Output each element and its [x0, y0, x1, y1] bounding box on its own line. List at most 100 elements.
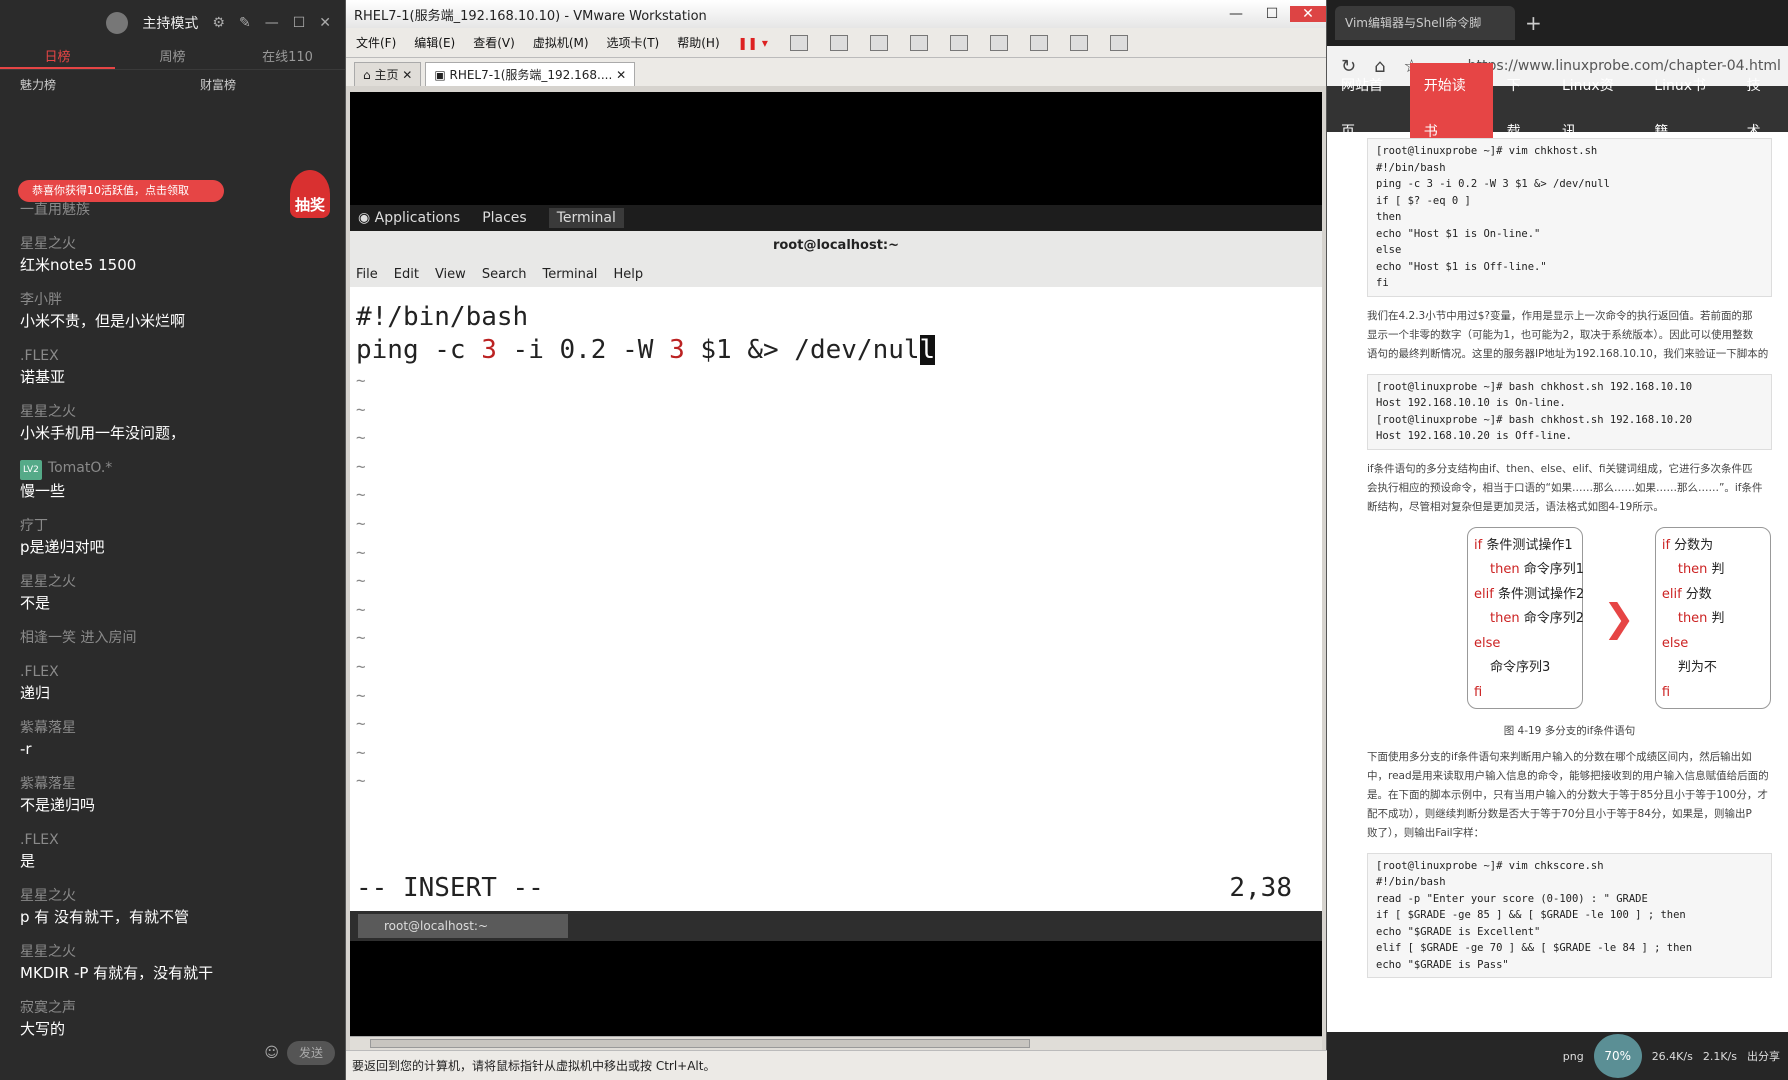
- chat-username[interactable]: 相逢一笑 进入房间: [20, 628, 330, 648]
- chat-username[interactable]: 紫幕落星: [20, 774, 330, 794]
- maximize-icon[interactable]: ☐: [293, 15, 306, 31]
- chat-username[interactable]: LV2 TomatO.*: [20, 458, 330, 480]
- wealth-rank[interactable]: 财富榜: [200, 76, 300, 154]
- keyword: elif: [1474, 586, 1494, 602]
- syntax-text: 分数为: [1670, 537, 1714, 553]
- chat-text: 诺基亚: [20, 368, 66, 386]
- library-icon[interactable]: [949, 34, 968, 51]
- chat-username[interactable]: 星星之火: [20, 886, 330, 906]
- empty-line-marker: ~: [356, 714, 366, 734]
- close-icon[interactable]: ✕: [319, 15, 331, 31]
- gnome-top-panel: ◉ Applications Places Terminal: [350, 205, 1322, 231]
- chat-message: .FLEX 诺基亚: [20, 346, 330, 388]
- reward-banner[interactable]: 恭喜你获得10活跃值，点击领取: [18, 180, 224, 202]
- maximize-icon[interactable]: ☐: [1254, 6, 1290, 22]
- tab-online[interactable]: 在线110: [230, 46, 345, 69]
- lottery-button[interactable]: 抽奖: [290, 170, 330, 218]
- chat-text: 红米note5 1500: [20, 256, 137, 274]
- syntax-text: 命令序列1: [1519, 562, 1584, 577]
- snapshot-manager-icon[interactable]: [909, 34, 928, 51]
- places-menu[interactable]: Places: [482, 210, 527, 226]
- taskbar-terminal-item[interactable]: root@localhost:~: [358, 914, 568, 938]
- vim-editor[interactable]: #!/bin/bash ping -c 3 -i 0.2 -W 3 $1 &> …: [356, 301, 1316, 796]
- console-view-icon[interactable]: [989, 34, 1008, 51]
- tab-rhel[interactable]: ▣ RHEL7-1(服务端_192.168.... ✕: [425, 62, 636, 86]
- guest-screen[interactable]: ◉ Applications Places Terminal root@loca…: [350, 92, 1322, 1055]
- menu-help[interactable]: 帮助(H): [677, 34, 719, 51]
- chat-username[interactable]: .FLEX: [20, 662, 330, 682]
- syntax-line: then 命令序列2: [1474, 607, 1584, 632]
- system-tray: png 70% 26.4K/s 2.1K/s 出分享: [1327, 1032, 1788, 1080]
- code-text: $1 &> /dev/nul: [684, 335, 920, 365]
- speed-ball[interactable]: 70%: [1593, 1034, 1642, 1078]
- syntax-box: if 条件测试操作1 then 命令序列1 elif 条件测试操作2 then 命令序…: [1467, 526, 1585, 709]
- menu-terminal[interactable]: Terminal: [542, 267, 597, 282]
- chat-text: 慢一些: [20, 482, 66, 500]
- empty-line-marker: ~: [356, 542, 366, 562]
- settings-icon[interactable]: ⚙: [212, 15, 225, 31]
- chat-username[interactable]: 星星之火: [20, 942, 330, 962]
- chat-username-text: 疗丁: [20, 518, 48, 534]
- empty-line-marker: ~: [356, 571, 366, 591]
- chat-username[interactable]: 星星之火: [20, 402, 330, 422]
- applications-menu[interactable]: ◉ Applications: [358, 210, 460, 226]
- minimize-icon[interactable]: —: [265, 15, 279, 31]
- chat-username[interactable]: 李小胖: [20, 290, 330, 310]
- share-button[interactable]: 出分享: [1747, 1048, 1780, 1064]
- menu-view[interactable]: View: [435, 267, 466, 282]
- menu-tabs[interactable]: 选项卡(T): [607, 34, 660, 51]
- menu-help[interactable]: Help: [613, 267, 643, 282]
- vmware-statusbar: 要返回到您的计算机，请将鼠标指针从虚拟机中移出或按 Ctrl+Alt。: [346, 1050, 1328, 1080]
- chat-username[interactable]: 星星之火: [20, 234, 330, 254]
- text-cursor: l: [919, 335, 936, 365]
- gnome-bottom-panel: root@localhost:~: [350, 911, 1322, 941]
- chat-username[interactable]: .FLEX: [20, 346, 330, 366]
- menu-file[interactable]: File: [356, 267, 378, 282]
- syntax-text: 条件测试操作2: [1493, 586, 1585, 602]
- close-icon[interactable]: ✕: [1290, 6, 1326, 22]
- unity-icon[interactable]: [1069, 34, 1088, 51]
- menu-vm[interactable]: 虚拟机(M): [533, 34, 589, 51]
- chat-username[interactable]: 一直用魅族: [20, 200, 330, 220]
- thumbnail-icon[interactable]: [1109, 34, 1128, 51]
- restore-snapshot-icon[interactable]: [869, 34, 888, 51]
- empty-line-marker: ~: [356, 399, 366, 419]
- chat-username-text: 星星之火: [20, 888, 76, 904]
- tab-weekly[interactable]: 周榜: [115, 46, 230, 69]
- pause-icon[interactable]: ❚❚ ▾: [738, 36, 768, 50]
- chat-username[interactable]: 疗丁: [20, 516, 330, 536]
- menu-file[interactable]: 文件(F): [356, 34, 396, 51]
- avatar[interactable]: [106, 12, 129, 34]
- horizontal-scrollbar[interactable]: [350, 1036, 1322, 1050]
- tab-home[interactable]: ⌂ 主页 ✕: [354, 62, 422, 86]
- chat-username[interactable]: .FLEX: [20, 830, 330, 850]
- menu-edit[interactable]: Edit: [394, 267, 419, 282]
- minimize-icon[interactable]: —: [1218, 6, 1254, 22]
- terminal-window[interactable]: root@localhost:~ File Edit View Search T…: [350, 231, 1322, 911]
- edit-icon[interactable]: ✎: [239, 15, 251, 31]
- browser-tabbar: Vim编辑器与Shell命令脚 +: [1327, 0, 1788, 46]
- terminal-app-menu[interactable]: Terminal: [548, 208, 624, 228]
- chat-username[interactable]: 紫幕落星: [20, 718, 330, 738]
- charm-rank[interactable]: 魅力榜: [20, 76, 120, 154]
- menu-edit[interactable]: 编辑(E): [414, 34, 455, 51]
- chat-username[interactable]: 寂寞之声: [20, 998, 330, 1018]
- menu-search[interactable]: Search: [482, 267, 527, 282]
- scrollbar-thumb[interactable]: [370, 1039, 1030, 1048]
- emoji-icon[interactable]: ☺: [264, 1045, 279, 1061]
- chat-username-text: .FLEX: [20, 664, 59, 680]
- chat-text: MKDIR -P 有就有，没有就干: [20, 964, 214, 982]
- if-syntax-figure: if 条件测试操作1 then 命令序列1 elif 条件测试操作2 then 命令序…: [1467, 526, 1772, 709]
- menu-view[interactable]: 查看(V): [473, 34, 515, 51]
- empty-line-marker: ~: [356, 742, 366, 762]
- snapshot-icon[interactable]: [829, 34, 848, 51]
- fullscreen-icon[interactable]: [1029, 34, 1048, 51]
- chat-message: .FLEX 递归: [20, 662, 330, 704]
- send-ctrl-alt-del-icon[interactable]: [789, 34, 808, 51]
- terminal-title: root@localhost:~: [350, 231, 1322, 261]
- new-tab-icon[interactable]: +: [1525, 11, 1542, 35]
- browser-tab[interactable]: Vim编辑器与Shell命令脚: [1335, 6, 1515, 40]
- send-button[interactable]: 发送: [287, 1041, 335, 1065]
- tab-daily[interactable]: 日榜: [0, 46, 115, 69]
- chat-username[interactable]: 星星之火: [20, 572, 330, 592]
